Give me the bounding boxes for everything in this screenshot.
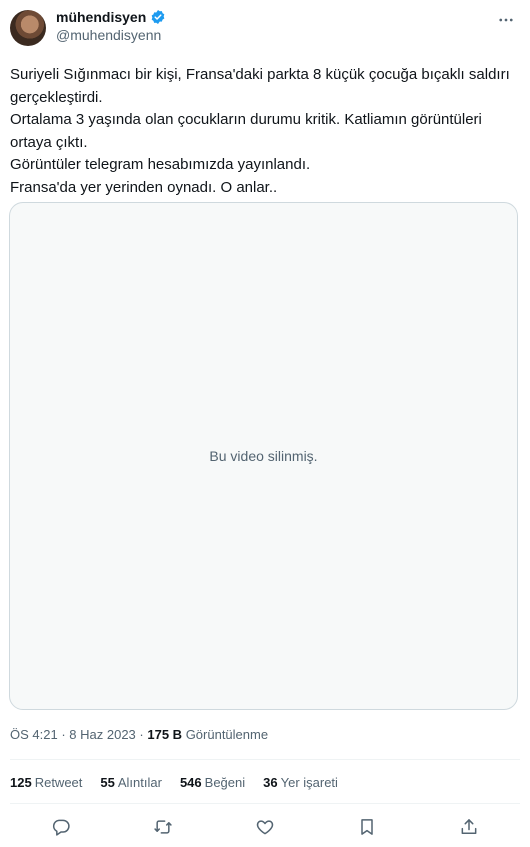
tweet-line: Görüntüler telegram hesabımızda yayınlan… (10, 156, 311, 173)
tweet: mühendisyen @muhendisyenn Suriyeli Sığın… (0, 0, 530, 847)
share-icon (461, 819, 477, 834)
likes-count: 546 (179, 775, 202, 790)
divider (10, 803, 520, 804)
quotes-count: 55 (100, 775, 115, 790)
reply-button[interactable] (50, 816, 72, 838)
tweet-date[interactable]: 8 Haz 2023 (69, 727, 136, 742)
quotes-stat[interactable]: 55 Alıntılar (100, 775, 162, 790)
action-bar (10, 816, 520, 842)
like-icon (256, 820, 274, 835)
retweet-icon (154, 820, 172, 834)
display-name[interactable]: mühendisyen (56, 8, 146, 26)
tweet-text: Suriyeli Sığınmacı bir kişi, Fransa'daki… (10, 64, 510, 199)
likes-label: Beğeni (204, 775, 246, 790)
divider (10, 759, 520, 760)
bookmarks-label: Yer işareti (280, 775, 338, 790)
bookmarks-count: 36 (263, 775, 278, 790)
bookmark-button[interactable] (356, 816, 378, 838)
retweets-count: 125 (10, 775, 32, 790)
tweet-time[interactable]: ÖS 4:21 (10, 727, 58, 742)
reply-icon (52, 819, 70, 836)
likes-stat[interactable]: 546 Beğeni (180, 775, 245, 790)
engagement-stats: 125 Retweet 55 Alıntılar 546 Beğeni 36 Yer i… (10, 775, 338, 790)
tweet-line: Suriyeli Sığınmacı bir kişi, Fransa'daki… (10, 66, 510, 106)
retweets-label: Retweet (34, 775, 83, 790)
author-info: mühendisyen @muhendisyenn (56, 8, 166, 44)
views-count: 175 B (147, 727, 183, 742)
media-placeholder: Bu video silinmiş. (9, 202, 518, 710)
views-label: Görüntülenme (185, 727, 269, 742)
like-button[interactable] (254, 816, 276, 838)
handle[interactable]: @muhendisyenn (56, 26, 166, 44)
more-options-icon[interactable] (496, 10, 516, 30)
name-row: mühendisyen (56, 8, 166, 26)
bookmarks-stat[interactable]: 36 Yer işareti (263, 775, 338, 790)
verified-badge-icon (151, 10, 165, 24)
tweet-header: mühendisyen @muhendisyenn (10, 8, 520, 48)
media-deleted-message: Bu video silinmiş. (209, 448, 318, 464)
tweet-meta: ÖS 4:21 · 8 Haz 2023 · 175 B Görüntülenm… (10, 727, 268, 743)
quotes-label: Alıntılar (117, 775, 162, 790)
bookmark-icon (361, 819, 373, 835)
tweet-line: Ortalama 3 yaşında olan çocukların durum… (10, 111, 482, 151)
avatar[interactable] (10, 10, 46, 46)
tweet-line: Fransa'da yer yerinden oynadı. O anlar.. (10, 178, 278, 196)
retweets-stat[interactable]: 125 Retweet (10, 775, 82, 790)
retweet-button[interactable] (152, 816, 174, 838)
share-button[interactable] (458, 816, 480, 838)
